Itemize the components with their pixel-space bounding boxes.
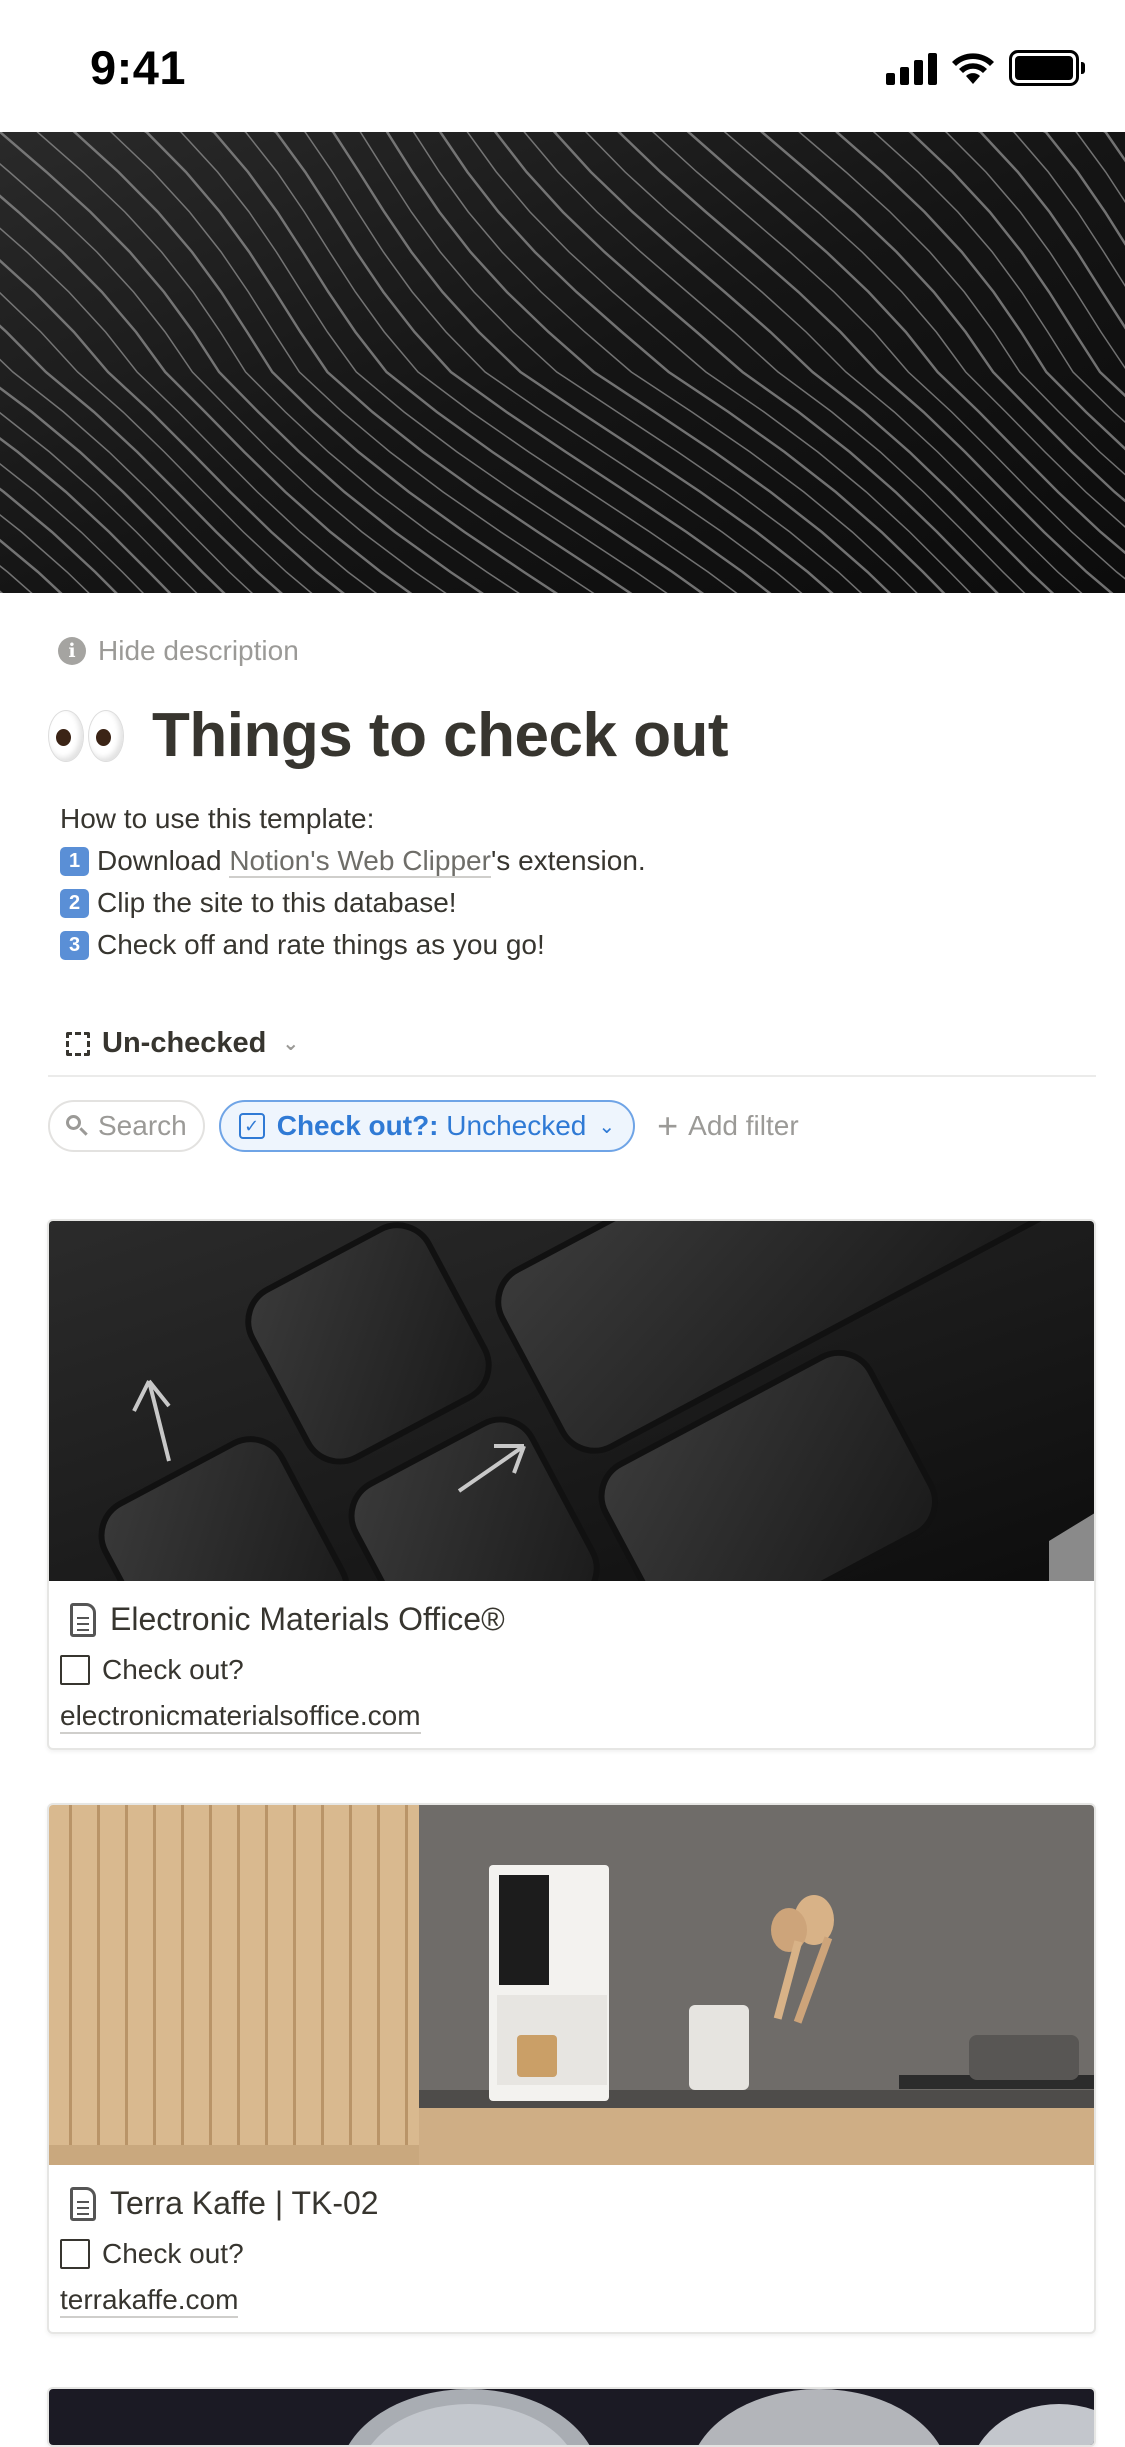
search-label: Search (98, 1110, 187, 1141)
card-title[interactable]: Electronic Materials Office® (70, 1601, 1083, 1638)
view-bar: Un-checked ⌄ (48, 1012, 1096, 1077)
search-icon (66, 1115, 88, 1137)
card-cover-image (49, 1805, 1094, 2165)
check-out-property: Check out? (60, 1654, 1083, 1686)
filter-bar: Search ✓ Check out?: Unchecked ⌄ + Add f… (48, 1100, 799, 1152)
cover-image[interactable] (0, 132, 1125, 593)
hide-description-label: Hide description (98, 635, 299, 666)
checkbox-property-icon: ✓ (238, 1113, 265, 1139)
page-header: Things to check out (48, 700, 729, 771)
page-icon (70, 1602, 96, 1637)
card-url-link[interactable]: terrakaffe.com (60, 2284, 239, 2318)
web-clipper-link[interactable]: Notion's Web Clipper (229, 845, 491, 878)
wifi-icon (952, 53, 994, 84)
hide-description-button[interactable]: i Hide description (58, 635, 299, 667)
status-bar: 9:41 (0, 0, 1125, 132)
page-icon (70, 2186, 96, 2221)
cellular-signal-icon (886, 51, 937, 85)
card-url-link[interactable]: electronicmaterialsoffice.com (60, 1700, 421, 1734)
checkbox-label: Check out? (102, 2238, 244, 2269)
eyes-emoji-icon[interactable] (48, 709, 124, 762)
check-out-checkbox[interactable] (60, 1655, 90, 1685)
card-title[interactable]: Terra Kaffe | TK-02 (70, 2185, 1083, 2222)
keycap-1-icon: 1 (60, 846, 89, 876)
add-filter-button[interactable]: + Add filter (657, 1108, 799, 1144)
keycap-2-icon: 2 (60, 888, 89, 918)
card-cover-image (49, 2389, 1094, 2445)
page-title[interactable]: Things to check out (152, 700, 729, 771)
keycap-3-icon: 3 (60, 930, 89, 960)
check-out-filter-chip[interactable]: ✓ Check out?: Unchecked ⌄ (218, 1100, 636, 1152)
add-filter-label: Add filter (688, 1110, 799, 1141)
card-title-text: Terra Kaffe | TK-02 (110, 2185, 379, 2221)
plus-icon: + (657, 1105, 679, 1146)
gallery-card[interactable]: Electronic Materials Office® Check out? … (47, 1219, 1096, 1750)
gallery-card[interactable]: Terra Kaffe | TK-02 Check out? terrakaff… (47, 1803, 1096, 2334)
view-name: Un-checked (102, 1027, 267, 1059)
description-step-3: 3 Check off and rate things as you go! (60, 924, 646, 966)
status-icons (886, 50, 1085, 86)
card-title-text: Electronic Materials Office® (110, 1601, 505, 1637)
battery-icon (1009, 50, 1085, 86)
page-description: How to use this template: 1 Download Not… (60, 798, 646, 966)
description-step-2: 2 Clip the site to this database! (60, 882, 646, 924)
card-cover-image (49, 1221, 1094, 1581)
info-icon: i (58, 637, 86, 665)
check-out-checkbox[interactable] (60, 2239, 90, 2269)
checkbox-label: Check out? (102, 1654, 244, 1685)
gallery-card[interactable] (47, 2387, 1096, 2447)
filter-value: Unchecked (446, 1110, 587, 1141)
status-time: 9:41 (90, 41, 187, 94)
filter-property: Check out?: (276, 1110, 439, 1141)
check-out-property: Check out? (60, 2238, 1083, 2270)
chevron-down-icon: ⌄ (282, 1033, 300, 1055)
gallery-view-icon (66, 1031, 90, 1056)
view-selector[interactable]: Un-checked ⌄ (66, 1027, 299, 1060)
search-button[interactable]: Search (48, 1100, 205, 1152)
description-intro: How to use this template: (60, 803, 375, 834)
chevron-down-icon: ⌄ (598, 1115, 616, 1138)
description-step-1: 1 Download Notion's Web Clipper's extens… (60, 840, 646, 882)
